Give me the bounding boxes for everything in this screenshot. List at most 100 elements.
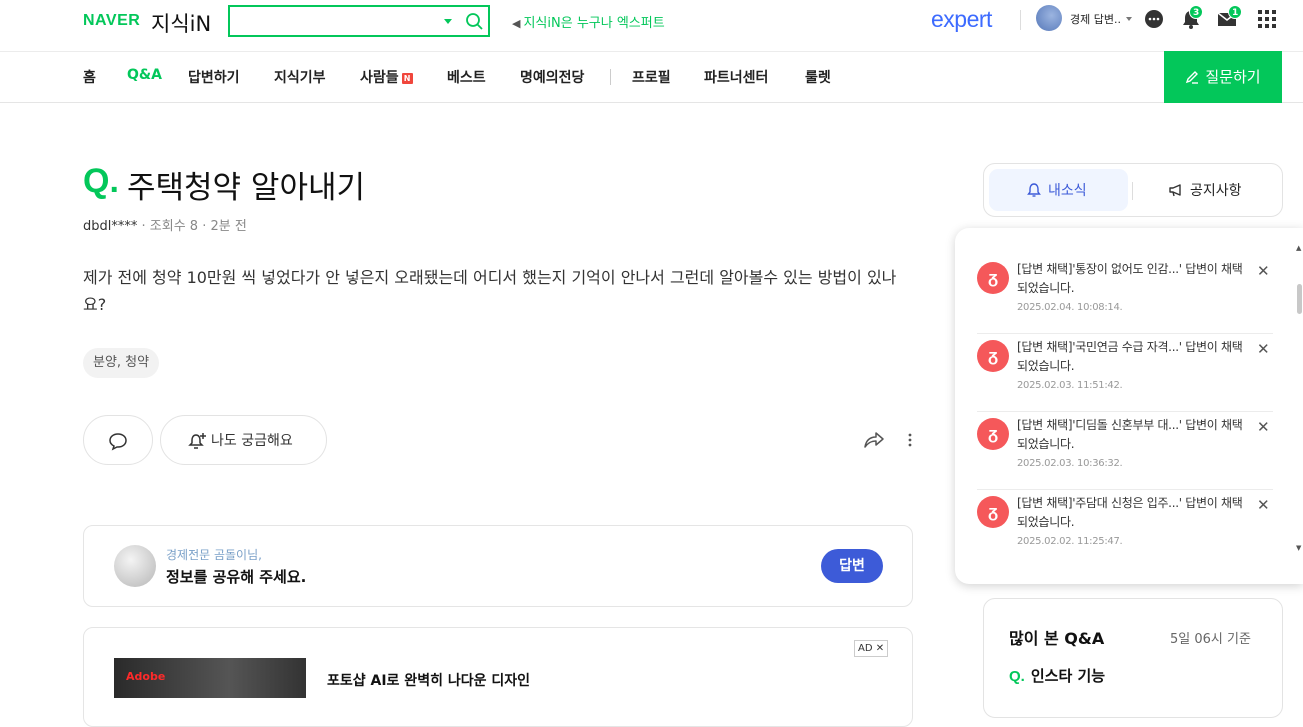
popular-qna-box: 많이 본 Q&A 5일 06시 기준 Q. 인스타 기능	[983, 598, 1283, 718]
notification-date: 2025.02.03. 10:36:32.	[1017, 458, 1123, 469]
question-meta: dbdl**** · 조회수 8 · 2분 전	[83, 219, 247, 234]
main-nav: 홈 Q&A 답변하기 지식기부 사람들 N 베스트 명예의전당 프로필 파트너센터…	[0, 52, 1303, 103]
nav-best[interactable]: 베스트	[447, 67, 486, 87]
question-tag[interactable]: 분양, 청약	[83, 348, 160, 378]
nav-roulette[interactable]: 룰렛	[805, 67, 831, 87]
question-title: 주택청약 알아내기	[127, 170, 366, 206]
notification-date: 2025.02.03. 11:51:42.	[1017, 380, 1123, 391]
new-badge: N	[401, 73, 413, 84]
nav-people-label: 사람들	[360, 70, 399, 86]
search-box	[228, 5, 490, 37]
ad-image[interactable]: Adobe	[114, 658, 306, 698]
expert-logo[interactable]: expert	[931, 6, 992, 33]
notification-text: [답변 채택]'디딤돌 신혼부부 대...' 답변이 채택되었습니다.	[1017, 418, 1243, 451]
bell-plus-icon	[188, 433, 206, 449]
ask-question-label: 질문하기	[1205, 68, 1261, 86]
notification-item[interactable]: ᵹ [답변 채택]'통장이 없어도 인감...' 답변이 채택되었습니다. 20…	[977, 256, 1273, 334]
close-icon[interactable]: ✕	[1257, 418, 1270, 436]
notification-item[interactable]: ᵹ [답변 채택]'주담대 신청은 입주...' 답변이 채택되었습니다. 20…	[977, 490, 1273, 568]
divider	[1020, 10, 1021, 30]
scroll-up-icon[interactable]: ▲	[1296, 244, 1301, 252]
close-icon[interactable]: ✕	[1257, 496, 1270, 514]
notification-scrollbar[interactable]: ▲ ▼	[1295, 244, 1303, 558]
pencil-icon	[1186, 71, 1199, 84]
scroll-down-icon[interactable]: ▼	[1296, 544, 1301, 552]
nav-divider	[610, 69, 611, 85]
selected-answer-icon: ᵹ	[977, 340, 1009, 372]
notification-text: [답변 채택]'주담대 신청은 입주...' 답변이 채택되었습니다.	[1017, 496, 1243, 529]
tab-notices-label: 공지사항	[1190, 183, 1242, 199]
search-icon[interactable]	[464, 11, 484, 31]
speaker-icon: ◀	[512, 17, 521, 30]
question-body: 제가 전에 청약 10만원 씩 넣었다가 안 넣은지 오래됐는데 어디서 했는지…	[83, 268, 897, 314]
chat-icon[interactable]	[1143, 8, 1165, 30]
scroll-thumb[interactable]	[1297, 284, 1302, 314]
nav-answer[interactable]: 답변하기	[188, 67, 240, 87]
popular-qna-title: 많이 본 Q&A	[1009, 629, 1105, 648]
ask-question-button[interactable]: 질문하기	[1164, 51, 1282, 103]
expert-promo-link[interactable]: ◀ 지식iN은 누구나 엑스퍼트	[512, 12, 665, 31]
selected-answer-icon: ᵹ	[977, 262, 1009, 294]
share-icon[interactable]	[863, 430, 885, 450]
more-options-icon[interactable]	[904, 432, 916, 448]
apps-grid-icon[interactable]	[1256, 8, 1278, 30]
tab-notices[interactable]: 공지사항	[1138, 169, 1278, 211]
promo-text: 지식iN은 누구나 엑스퍼트	[523, 16, 665, 31]
nav-profile[interactable]: 프로필	[632, 67, 671, 87]
selected-answer-icon: ᵹ	[977, 418, 1009, 450]
popular-qna-time: 5일 06시 기준	[1170, 632, 1251, 647]
notification-panel: ᵹ [답변 채택]'통장이 없어도 인감...' 답변이 채택되었습니다. 20…	[955, 228, 1303, 584]
ad-brand: Adobe	[126, 670, 166, 683]
top-bar: NAVER 지식iN ◀ 지식iN은 누구나 엑스퍼트 expert 경제 답변.…	[0, 0, 1303, 52]
nav-partner-center[interactable]: 파트너센터	[704, 67, 768, 87]
tab-my-news-label: 내소식	[1048, 183, 1087, 199]
ad-label: AD	[858, 643, 873, 654]
comment-icon	[109, 433, 127, 451]
view-count: 조회수 8	[149, 219, 199, 234]
megaphone-icon	[1169, 184, 1181, 197]
posted-time: 2분 전	[210, 219, 247, 234]
selected-answer-icon: ᵹ	[977, 496, 1009, 528]
notification-date: 2025.02.02. 11:25:47.	[1017, 536, 1123, 547]
answer-button[interactable]: 답변	[821, 549, 883, 583]
tab-divider	[1132, 182, 1133, 200]
kin-logo[interactable]: 지식iN	[151, 8, 211, 38]
close-icon[interactable]: ✕	[1257, 262, 1270, 280]
curious-label: 나도 궁금해요	[211, 433, 293, 449]
message-count-badge: 1	[1228, 5, 1243, 19]
bell-outline-icon	[1027, 183, 1041, 197]
sidebar-tabs: 내소식 공지사항	[983, 163, 1283, 217]
question-mark-icon: Q.	[1009, 668, 1025, 685]
nav-home[interactable]: 홈	[83, 67, 96, 87]
nav-people[interactable]: 사람들 N	[360, 67, 413, 87]
tab-my-news[interactable]: 내소식	[989, 169, 1128, 211]
notification-text: [답변 채택]'국민연금 수급 자격...' 답변이 채택되었습니다.	[1017, 340, 1243, 373]
user-avatar[interactable]	[1036, 5, 1062, 31]
curious-button[interactable]: 나도 궁금해요	[160, 415, 327, 465]
notification-date: 2025.02.04. 10:08:14.	[1017, 302, 1123, 313]
close-icon[interactable]: ✕	[1257, 340, 1270, 358]
notification-item[interactable]: ᵹ [답변 채택]'국민연금 수급 자격...' 답변이 채택되었습니다. 20…	[977, 334, 1273, 412]
answerer-greeting: 경제전문 곰돌이님,	[166, 548, 262, 562]
ad-card[interactable]: Adobe 포토샵 AI로 완벽히 나다운 디자인 AD ✕	[83, 627, 913, 727]
answer-prompt-card: 경제전문 곰돌이님, 정보를 공유해 주세요. 답변	[83, 525, 913, 607]
user-name[interactable]: 경제 답변..	[1070, 11, 1121, 27]
nav-donation[interactable]: 지식기부	[274, 67, 326, 87]
answer-prompt-text: 정보를 공유해 주세요.	[166, 568, 307, 586]
question-mark-icon: Q.	[83, 162, 119, 200]
notification-text: [답변 채택]'통장이 없어도 인감...' 답변이 채택되었습니다.	[1017, 262, 1243, 295]
comment-button[interactable]	[83, 415, 153, 465]
popular-qna-item-title: 인스타 기능	[1030, 667, 1106, 685]
ad-title[interactable]: 포토샵 AI로 완벽히 나다운 디자인	[327, 670, 530, 690]
nav-qna[interactable]: Q&A	[127, 67, 162, 83]
search-input[interactable]	[236, 11, 436, 31]
user-menu-caret-icon[interactable]	[1126, 17, 1132, 21]
ad-close-icon[interactable]: ✕	[876, 643, 884, 654]
notification-item[interactable]: ᵹ [답변 채택]'디딤돌 신혼부부 대...' 답변이 채택되었습니다. 20…	[977, 412, 1273, 490]
search-dropdown-icon[interactable]	[444, 19, 452, 24]
question-author[interactable]: dbdl****	[83, 219, 137, 234]
popular-qna-item[interactable]: Q. 인스타 기능	[1009, 665, 1105, 686]
nav-hall-of-fame[interactable]: 명예의전당	[520, 67, 584, 87]
ad-badge[interactable]: AD ✕	[854, 640, 889, 657]
naver-logo[interactable]: NAVER	[83, 12, 140, 30]
